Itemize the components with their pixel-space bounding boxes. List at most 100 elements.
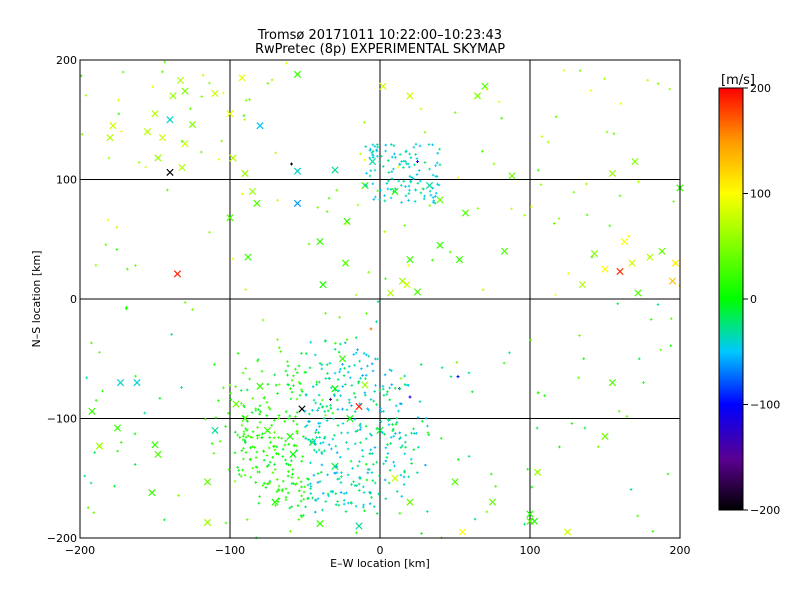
data-point-plus: [85, 376, 88, 380]
data-point-plus: [276, 338, 279, 341]
data-point-plus: [526, 467, 530, 471]
data-point-cross: [271, 498, 279, 506]
data-point-plus: [314, 431, 317, 435]
data-point-plus: [291, 468, 295, 471]
data-point-cross: [413, 288, 422, 296]
data-point-plus: [369, 327, 373, 331]
data-point-plus: [453, 111, 457, 114]
data-point-plus: [317, 393, 321, 397]
data-point-cross: [293, 167, 302, 175]
data-point-plus: [418, 400, 422, 403]
data-point-plus: [387, 179, 390, 183]
data-point-plus: [369, 448, 373, 452]
data-point-cross: [188, 120, 197, 129]
data-point-plus: [262, 458, 266, 462]
data-point-plus: [134, 264, 137, 267]
data-point-plus: [334, 444, 338, 448]
data-point-cross: [455, 255, 464, 264]
data-point-plus: [403, 374, 407, 378]
data-point-plus: [119, 441, 123, 444]
data-point-plus: [224, 425, 227, 428]
data-point-plus: [143, 411, 147, 415]
data-point-plus: [349, 459, 353, 463]
data-point-plus: [296, 504, 300, 508]
y-tick-label: −200: [47, 532, 77, 545]
data-point-cross: [316, 238, 324, 246]
data-point-plus: [423, 130, 427, 134]
data-point-plus: [371, 369, 375, 373]
grid-lines: [80, 60, 680, 538]
data-point-plus: [294, 367, 297, 371]
data-point-plus: [358, 428, 362, 431]
data-point-plus: [348, 376, 352, 380]
data-point-cross: [578, 281, 587, 289]
data-point-plus: [656, 82, 660, 85]
data-point-plus: [383, 478, 387, 482]
data-point-plus: [89, 481, 93, 485]
data-point-plus: [345, 408, 349, 412]
data-point-plus: [243, 473, 247, 477]
data-point-plus: [251, 466, 255, 470]
data-point-plus: [329, 397, 332, 401]
data-point-plus: [333, 371, 337, 375]
data-point-plus: [254, 456, 258, 459]
data-point-plus: [431, 143, 434, 147]
data-point-plus: [277, 484, 281, 488]
data-point-plus: [508, 351, 511, 355]
data-point-cross: [169, 92, 177, 100]
data-point-plus: [539, 183, 543, 186]
data-point-plus: [256, 426, 259, 429]
data-point-plus: [314, 401, 318, 405]
data-point-plus: [234, 430, 237, 434]
data-point-plus: [383, 199, 387, 203]
data-point-plus: [570, 422, 574, 425]
data-point-cross: [106, 134, 114, 142]
data-point-plus: [455, 361, 459, 364]
data-point-plus: [365, 478, 369, 482]
data-point-plus: [373, 145, 377, 148]
data-point-plus: [249, 475, 253, 479]
data-point-plus: [316, 472, 320, 475]
data-point-plus: [281, 479, 285, 483]
data-point-plus: [384, 143, 388, 147]
data-point-plus: [438, 147, 441, 151]
data-point-plus: [572, 190, 576, 194]
data-point-plus: [340, 475, 343, 478]
data-point-plus: [345, 491, 348, 495]
data-point-plus: [115, 225, 119, 229]
data-point-plus: [323, 449, 326, 453]
data-point-plus: [228, 383, 232, 387]
data-point-plus: [420, 532, 423, 535]
data-point-plus: [426, 510, 429, 513]
data-point-plus: [340, 471, 343, 474]
data-point-plus: [364, 145, 368, 148]
data-point-plus: [398, 431, 402, 435]
data-point-plus: [277, 436, 280, 439]
data-point-plus: [399, 183, 403, 187]
data-point-plus: [385, 182, 389, 185]
data-point-plus: [331, 437, 335, 441]
data-point-plus: [161, 70, 164, 74]
data-point-cross: [116, 379, 125, 387]
data-point-cross: [436, 196, 444, 204]
data-point-plus: [268, 436, 272, 439]
data-point-plus: [222, 386, 225, 390]
data-point-plus: [353, 363, 356, 367]
data-point-plus: [120, 130, 123, 133]
data-point-cross: [658, 247, 666, 255]
data-point-plus: [371, 479, 375, 483]
data-point-plus: [388, 386, 391, 390]
data-point-cross: [368, 157, 377, 166]
data-point-plus: [392, 460, 395, 464]
data-point-plus: [244, 288, 247, 291]
data-point-plus: [397, 409, 400, 413]
data-point-plus: [163, 60, 167, 64]
data-point-plus: [383, 194, 386, 197]
data-point-plus: [402, 475, 406, 479]
data-point-plus: [299, 499, 303, 503]
data-point-plus: [321, 405, 324, 409]
data-point-plus: [224, 521, 228, 525]
data-point-plus: [337, 503, 341, 507]
data-point-plus: [239, 474, 243, 478]
data-point-plus: [270, 424, 274, 427]
